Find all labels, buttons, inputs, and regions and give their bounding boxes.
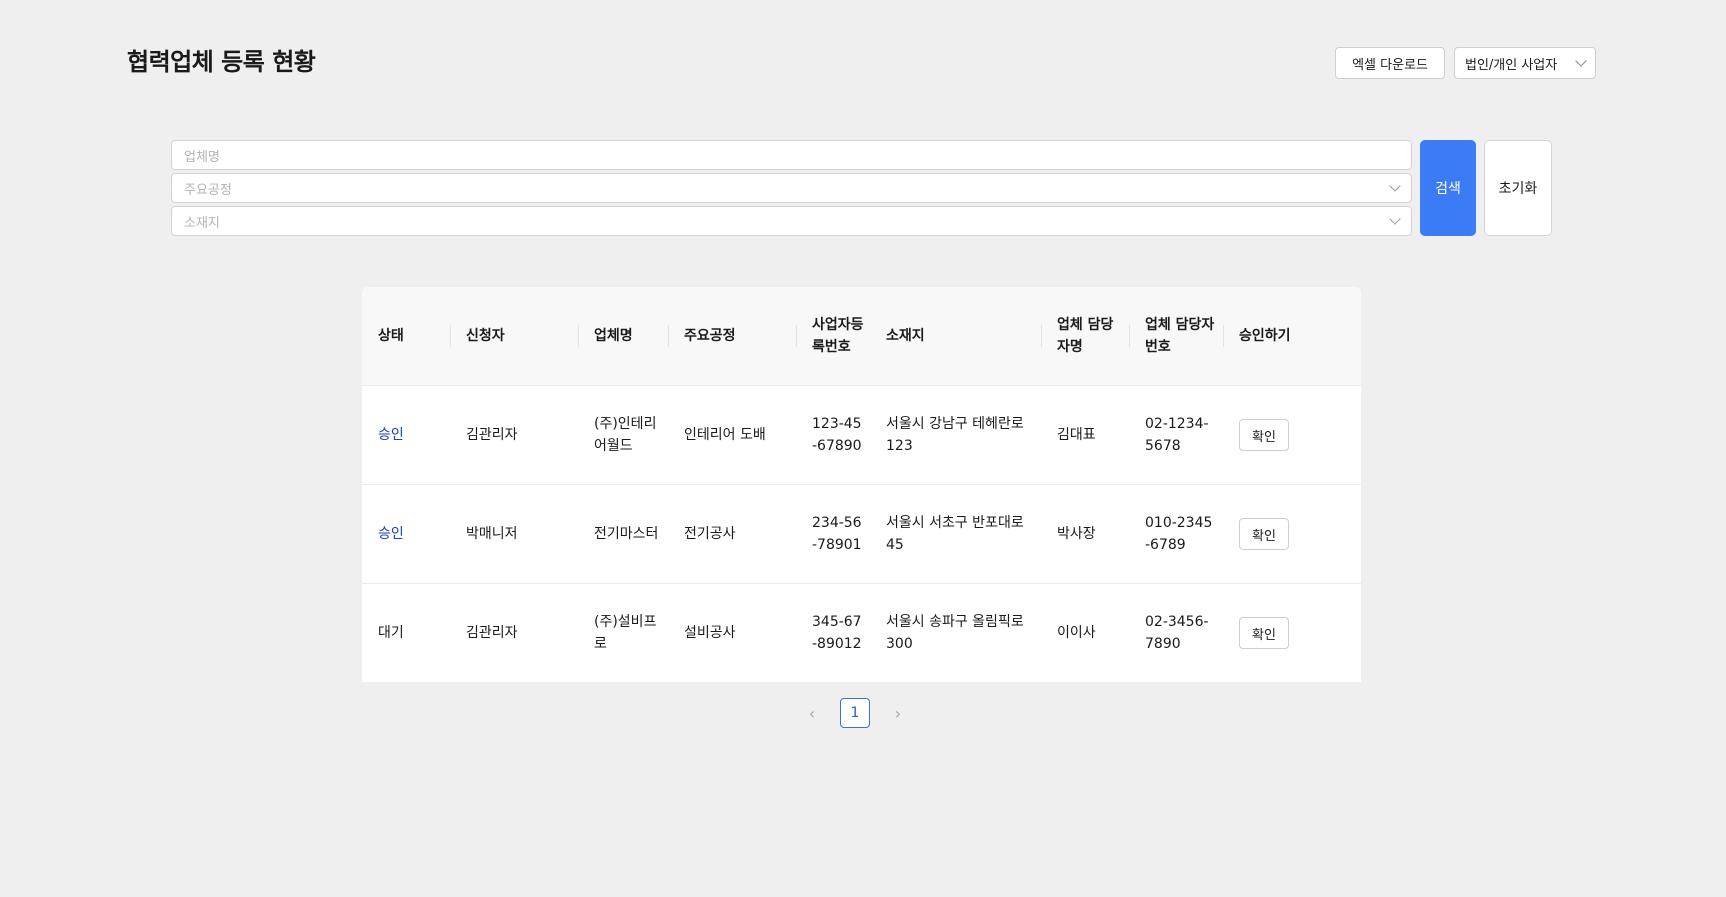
row-manager: 이이사: [1057, 625, 1096, 641]
page-button-current[interactable]: 1: [840, 698, 870, 728]
next-page-icon[interactable]: ›: [892, 704, 904, 723]
row-action-cell: 확인: [1223, 584, 1361, 683]
row-process: 설비공사: [684, 625, 736, 641]
location-placeholder: 소재지: [184, 215, 220, 231]
confirm-button[interactable]: 확인: [1239, 419, 1289, 451]
page-title: 협력업체 등록 현황: [127, 48, 316, 76]
chevron-down-icon: [1389, 213, 1401, 225]
table-row: 승인 김관리자 (주)인테리어월드 인테리어 도배 123-45-67890 서…: [362, 385, 1361, 485]
row-phone: 02-3456-7890: [1145, 614, 1209, 652]
row-process: 전기공사: [668, 484, 796, 584]
company-name-placeholder: 업체명: [184, 149, 220, 165]
row-status: 승인: [362, 484, 450, 584]
business-type-select[interactable]: 법인/개인 사업자: [1454, 47, 1596, 79]
business-type-select-value: 법인/개인 사업자: [1465, 57, 1558, 73]
table-row: 승인 박매니저 전기마스터 전기공사 234-56-78901 서울시 서초구 …: [362, 484, 1361, 584]
header-company: 업체명: [578, 287, 668, 386]
location-select[interactable]: 소재지: [171, 206, 1412, 236]
row-phone: 02-1234-5678: [1129, 385, 1223, 485]
chevron-down-icon: [1389, 180, 1401, 192]
row-action-cell: 확인: [1223, 484, 1361, 584]
header-status: 상태: [362, 287, 450, 386]
prev-page-icon[interactable]: ‹: [806, 704, 818, 723]
top-actions: 엑셀 다운로드 법인/개인 사업자: [1335, 47, 1596, 79]
excel-download-button[interactable]: 엑셀 다운로드: [1335, 47, 1445, 79]
header-location: 소재지: [870, 287, 1041, 386]
chevron-down-icon: [1575, 55, 1587, 67]
filter-area: 업체명 주요공정 소재지 검색 초기화: [171, 140, 1552, 236]
row-applicant: 김관리자: [450, 385, 578, 485]
filter-fields: 업체명 주요공정 소재지: [171, 140, 1412, 236]
header-process: 주요공정: [668, 287, 796, 386]
row-biz-no: 234-56-78901: [796, 484, 870, 584]
row-process: 인테리어 도배: [668, 385, 796, 485]
row-location: 서울시 서초구 반포대로 45: [870, 484, 1041, 584]
row-action-cell: 확인: [1223, 385, 1361, 485]
pagination: ‹ 1 ›: [806, 698, 904, 728]
partner-table: 상태 신청자 업체명 주요공정 사업자등록번호 소재지 업체 담당자명 업체 담…: [362, 287, 1361, 682]
header-biz-no: 사업자등록번호: [796, 287, 870, 386]
row-location: 서울시 송파구 올림픽로 300: [886, 614, 1024, 652]
row-applicant: 김관리자: [466, 625, 518, 641]
row-company: (주)설비프로: [594, 614, 657, 652]
confirm-button[interactable]: 확인: [1239, 617, 1289, 649]
row-location: 서울시 강남구 테헤란로 123: [870, 385, 1041, 485]
company-name-input[interactable]: 업체명: [171, 140, 1412, 170]
row-applicant: 박매니저: [450, 484, 578, 584]
header-manager: 업체 담당자명: [1041, 287, 1129, 386]
row-manager: 김대표: [1041, 385, 1129, 485]
confirm-button[interactable]: 확인: [1239, 518, 1289, 550]
row-phone: 010-2345-6789: [1129, 484, 1223, 584]
header-phone: 업체 담당자 번호: [1129, 287, 1223, 386]
main-process-placeholder: 주요공정: [184, 182, 232, 198]
row-manager: 박사장: [1041, 484, 1129, 584]
header-applicant: 신청자: [450, 287, 578, 386]
main-process-select[interactable]: 주요공정: [171, 173, 1412, 203]
header-approve: 승인하기: [1223, 287, 1361, 386]
row-biz-no: 345-67-89012: [812, 614, 862, 652]
row-status: 승인: [362, 385, 450, 485]
row-company: (주)인테리어월드: [578, 385, 668, 485]
reset-button[interactable]: 초기화: [1484, 140, 1552, 236]
search-button[interactable]: 검색: [1420, 140, 1476, 236]
row-biz-no: 123-45-67890: [796, 385, 870, 485]
table-row: 대기 김관리자 (주)설비프로 설비공사 345-67-89012 서울시 송파…: [362, 584, 1361, 683]
table-header-row: 상태 신청자 업체명 주요공정 사업자등록번호 소재지 업체 담당자명 업체 담…: [362, 287, 1361, 386]
row-company: 전기마스터: [578, 484, 668, 584]
partner-table-card: 상태 신청자 업체명 주요공정 사업자등록번호 소재지 업체 담당자명 업체 담…: [362, 287, 1361, 682]
row-status: 대기: [378, 625, 404, 641]
